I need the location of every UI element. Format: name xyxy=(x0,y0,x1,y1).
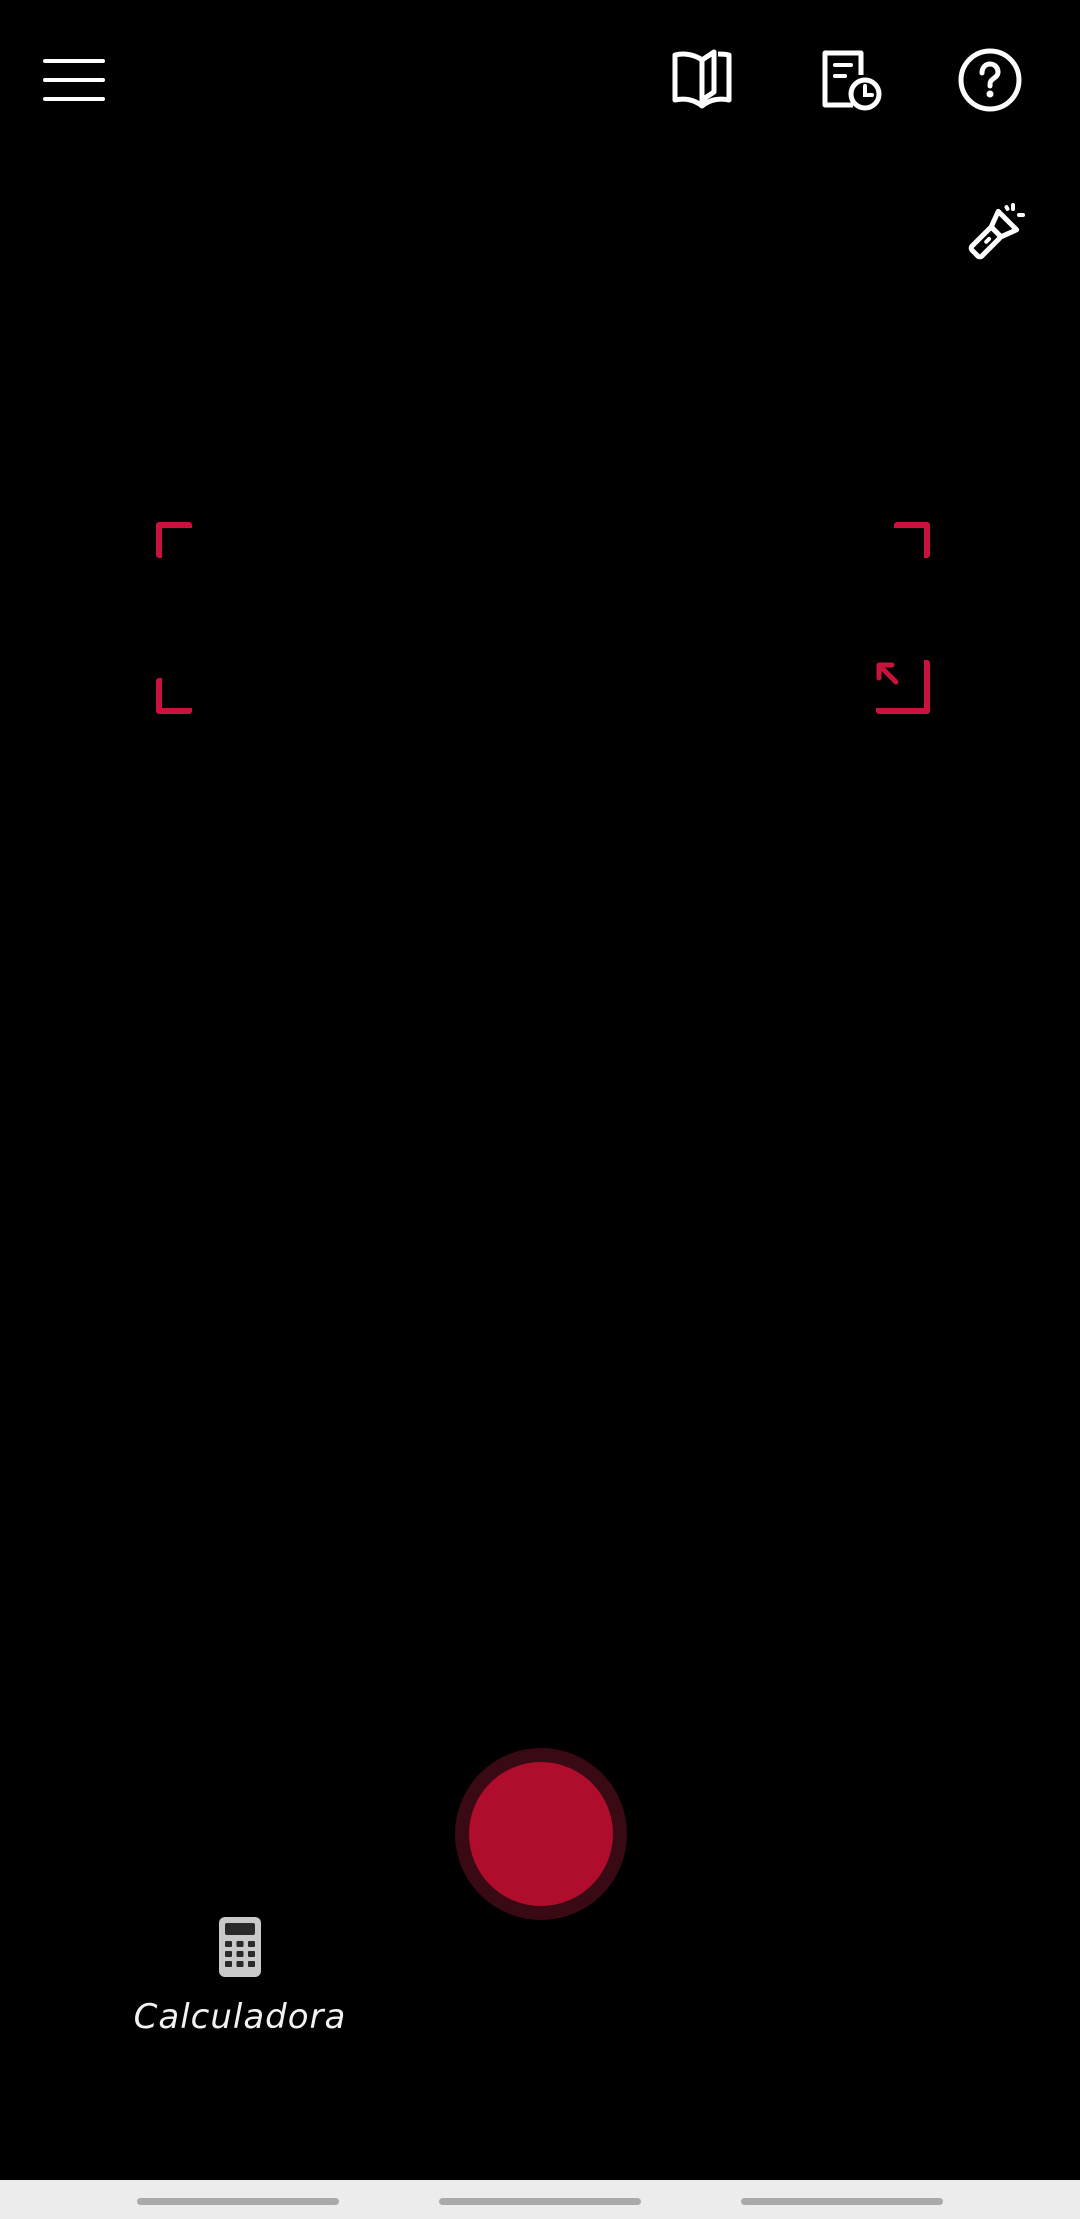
calculator-icon xyxy=(217,1915,263,1983)
history-button[interactable] xyxy=(808,38,892,122)
viewfinder-corner-top-left xyxy=(156,522,192,558)
calculator-label: Calculadora xyxy=(133,1997,347,2037)
nav-home-handle[interactable] xyxy=(439,2198,641,2205)
open-book-icon xyxy=(669,48,735,112)
nav-recents-handle[interactable] xyxy=(741,2198,943,2205)
capture-button[interactable] xyxy=(455,1748,627,1920)
capture-button-inner xyxy=(469,1762,613,1906)
viewfinder-corner-bottom-left xyxy=(156,678,192,714)
question-circle-icon xyxy=(957,47,1023,113)
nav-back-handle[interactable] xyxy=(137,2198,339,2205)
help-button[interactable] xyxy=(948,38,1032,122)
document-clock-icon xyxy=(817,47,883,113)
flashlight-button[interactable] xyxy=(952,192,1036,276)
guide-button[interactable] xyxy=(660,38,744,122)
arrow-up-left-icon[interactable] xyxy=(874,660,904,690)
calculator-shortcut[interactable]: Calculadora xyxy=(120,1915,360,2055)
viewfinder-corner-top-right xyxy=(894,522,930,558)
camera-screen: Calculadora xyxy=(0,0,1080,2180)
flashlight-icon xyxy=(961,201,1027,267)
menu-button[interactable] xyxy=(32,38,116,122)
system-navigation-bar xyxy=(0,2180,1080,2219)
hamburger-menu-icon xyxy=(41,56,107,104)
